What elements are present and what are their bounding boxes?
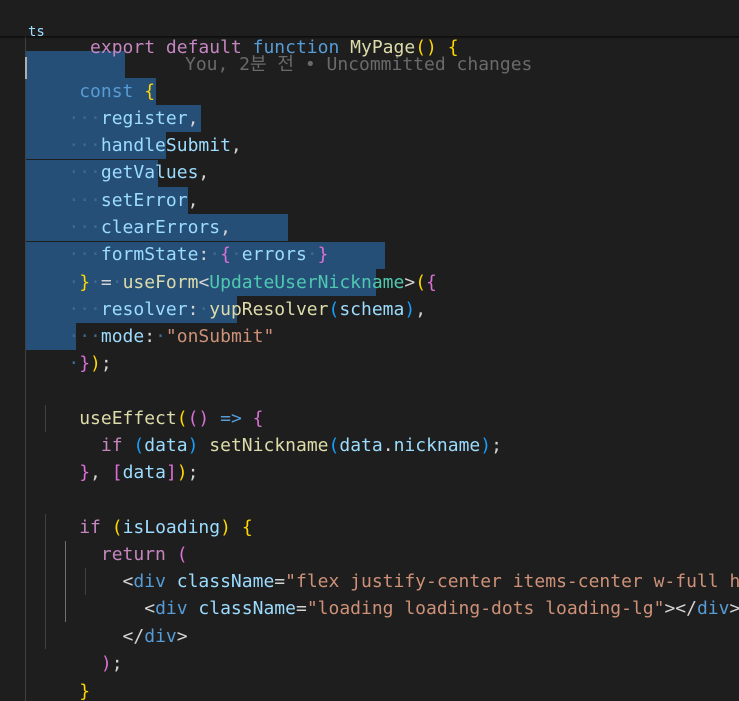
code-line: return (	[100, 544, 188, 565]
code-line: }, [data]);	[79, 462, 199, 483]
sticky-scroll-header[interactable]: export default function MyPage() {	[0, 0, 739, 58]
code-line: if (data) setNickname(data.nickname);	[100, 435, 502, 456]
peeking-line-fragment: ts	[28, 24, 45, 40]
code-line: ·});	[68, 353, 112, 374]
code-line: }	[79, 681, 91, 701]
code-line: ···clearErrors,	[68, 217, 231, 238]
sticky-scroll-shadow	[0, 36, 739, 39]
code-line: ···getValues,	[68, 162, 210, 183]
code-line: if (isLoading) {	[79, 517, 253, 538]
code-line: ···mode:·"onSubmit"	[68, 326, 275, 347]
code-line: </div>	[122, 626, 188, 647]
code-line: );	[100, 653, 123, 674]
code-line: ···handleSubmit,	[68, 135, 242, 156]
code-line: useEffect(() => {	[79, 408, 264, 429]
code-editor[interactable]: const { You, 2분 전 • Uncommitted changes …	[0, 0, 739, 701]
code-line: ···formState:·{·errors·}	[68, 244, 329, 265]
sticky-code-line: export default function MyPage() {	[90, 37, 459, 58]
code-line: <div className="flex justify-center item…	[122, 571, 739, 592]
code-line: ·}·=·useForm<UpdateUserNickname>({	[68, 272, 437, 293]
code-line: ···resolver:·yupResolver(schema),	[68, 299, 427, 320]
code-line: <div className="loading loading-dots loa…	[144, 598, 739, 619]
code-line: ···setError,	[68, 190, 199, 211]
